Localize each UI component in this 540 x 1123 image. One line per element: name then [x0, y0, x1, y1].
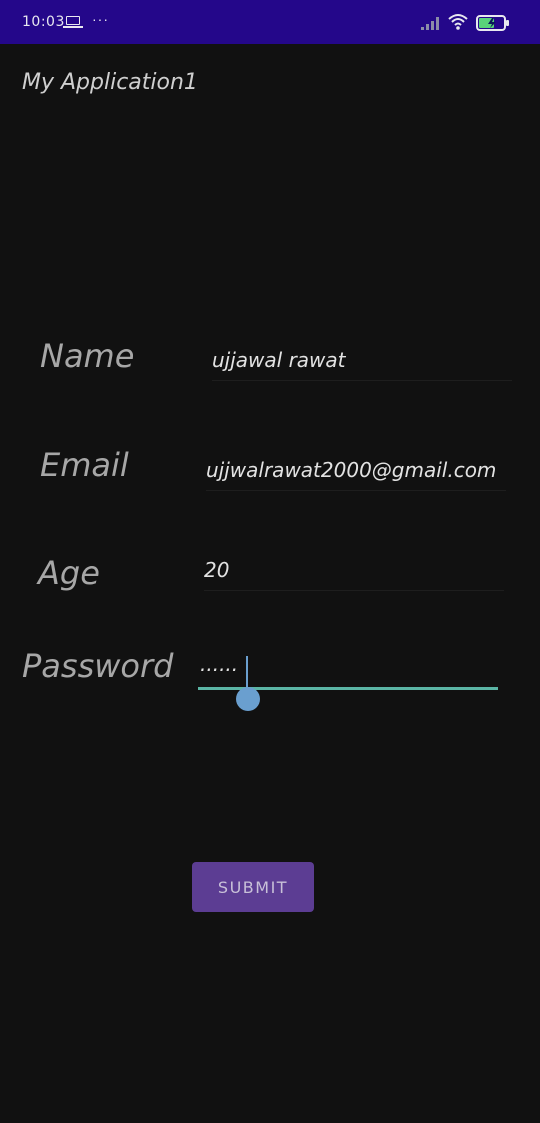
status-bar: 10:03 ··· — [0, 0, 540, 44]
wifi-icon — [448, 14, 468, 30]
status-time: 10:03 — [22, 14, 65, 30]
password-label: Password — [22, 647, 174, 685]
selection-handle[interactable] — [236, 687, 260, 711]
laptop-icon — [63, 16, 83, 28]
more-icon: ··· — [92, 11, 109, 27]
password-input[interactable]: ...... — [200, 652, 500, 684]
submit-button[interactable]: SUBMIT — [192, 862, 314, 912]
email-label: Email — [40, 446, 129, 484]
text-cursor — [246, 656, 248, 688]
signal-icon — [421, 17, 439, 30]
email-input[interactable]: ujjwalrawat2000@gmail.com — [206, 458, 506, 491]
battery-charging-icon — [476, 15, 509, 31]
age-input[interactable]: 20 — [204, 558, 504, 591]
app-title: My Application1 — [22, 70, 198, 95]
age-label: Age — [38, 554, 100, 592]
name-label: Name — [40, 337, 135, 375]
name-input[interactable]: ujjawal rawat — [212, 348, 512, 381]
